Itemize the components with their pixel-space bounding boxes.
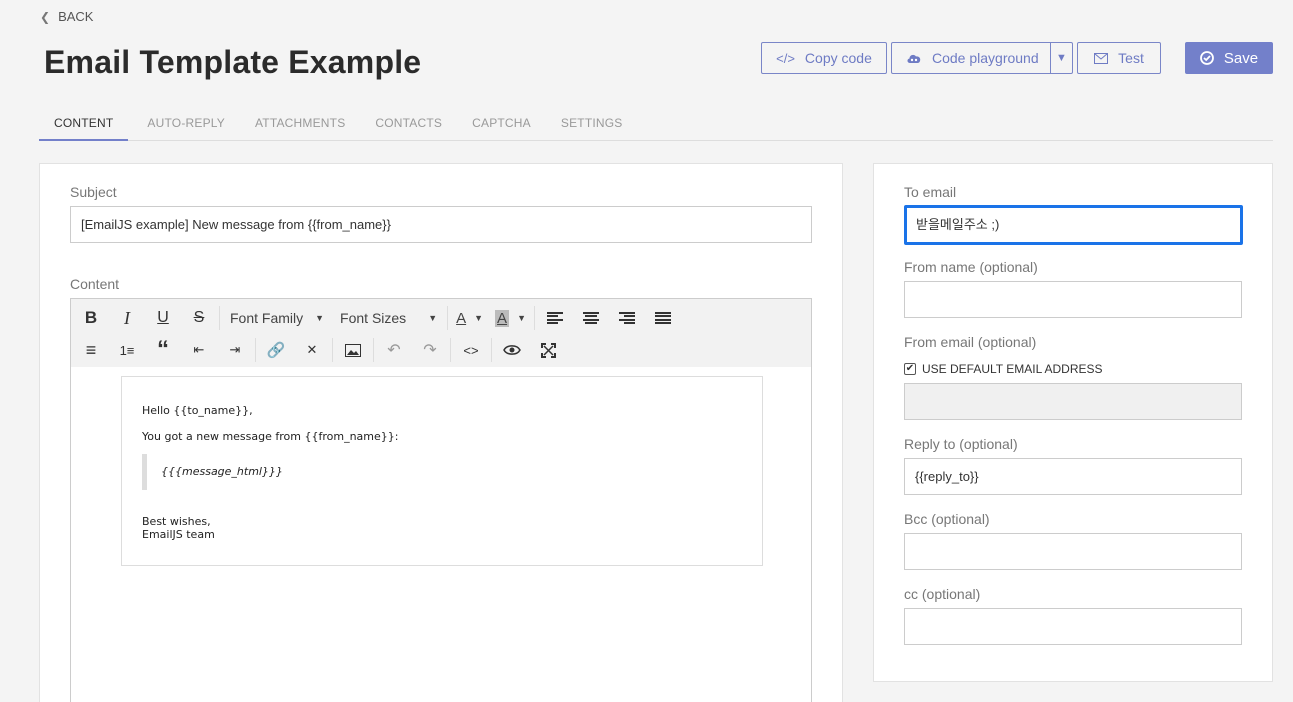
page-title: Email Template Example xyxy=(44,44,422,80)
caret-down-icon: ▼ xyxy=(428,313,438,323)
tab-content[interactable]: CONTENT xyxy=(39,105,129,141)
content-editor[interactable]: Hello {{to_name}}, You got a new message… xyxy=(70,367,812,702)
to-email-input[interactable]: 받을메일주소 ;) xyxy=(904,205,1243,245)
code-icon: </> xyxy=(776,50,795,66)
underline-icon[interactable]: U xyxy=(145,304,181,332)
tab-captcha[interactable]: CAPTCHA xyxy=(457,105,546,141)
reply-to-input[interactable]: {{reply_to}} xyxy=(904,458,1242,495)
preview-eye-icon[interactable] xyxy=(494,336,530,364)
caret-down-icon: ▼ xyxy=(517,313,526,323)
body-blockquote: {{{message_html}}} xyxy=(142,454,283,490)
text-color-dropdown[interactable]: A ▼ xyxy=(450,304,489,332)
toolbar-divider xyxy=(447,306,449,330)
strikethrough-icon[interactable]: S xyxy=(181,304,217,332)
bcc-label: Bcc (optional) xyxy=(904,511,990,527)
from-name-input[interactable] xyxy=(904,281,1242,318)
blockquote-icon[interactable]: “ xyxy=(145,336,181,364)
from-email-label: From email (optional) xyxy=(904,334,1037,350)
toolbar-divider xyxy=(533,306,535,330)
toolbar-divider xyxy=(255,338,256,362)
background-color-dropdown[interactable]: A ▼ xyxy=(489,304,532,332)
reply-to-label: Reply to (optional) xyxy=(904,436,1018,452)
check-circle-icon xyxy=(1199,51,1214,65)
toolbar-divider xyxy=(491,338,492,362)
code-playground-label: Code playground xyxy=(932,50,1039,66)
body-signoff: Best wishes, xyxy=(142,515,211,528)
editor-toolbar: B I U S Font Family ▼ Font Sizes ▼ A ▼ A… xyxy=(70,298,812,368)
tab-settings[interactable]: SETTINGS xyxy=(546,105,638,141)
unlink-icon[interactable]: ✕ xyxy=(294,336,330,364)
toolbar-divider xyxy=(219,306,220,330)
undo-icon[interactable]: ↶ xyxy=(376,336,412,364)
caret-down-icon: ▼ xyxy=(315,313,325,323)
toolbar-divider xyxy=(373,338,374,362)
copy-code-button[interactable]: </> Copy code xyxy=(761,42,887,74)
align-left-icon[interactable] xyxy=(537,304,573,332)
outdent-icon[interactable]: ⇤ xyxy=(181,336,217,364)
background-color-icon: A xyxy=(495,309,510,327)
body-greeting: Hello {{to_name}}, xyxy=(142,404,253,417)
envelope-icon xyxy=(1094,52,1109,64)
toolbar-divider xyxy=(332,338,333,362)
content-label: Content xyxy=(70,276,120,292)
back-link[interactable]: ❮ BACK xyxy=(40,9,93,24)
subject-input[interactable]: [EmailJS example] New message from {{fro… xyxy=(70,206,812,243)
to-email-label: To email xyxy=(904,184,957,200)
bcc-input[interactable] xyxy=(904,533,1242,570)
font-sizes-label: Font Sizes xyxy=(340,310,407,326)
use-default-email-checkbox-row[interactable]: ✔ USE DEFAULT EMAIL ADDRESS xyxy=(904,362,1103,376)
indent-icon[interactable]: ⇥ xyxy=(217,336,253,364)
email-body-document[interactable]: Hello {{to_name}}, You got a new message… xyxy=(121,376,763,566)
redo-icon[interactable]: ↷ xyxy=(412,336,448,364)
playground-dropdown-toggle[interactable]: ▼ xyxy=(1050,43,1072,73)
text-color-icon: A xyxy=(456,309,467,327)
save-label: Save xyxy=(1223,49,1259,67)
cc-label: cc (optional) xyxy=(904,586,981,602)
align-justify-icon[interactable] xyxy=(645,304,681,332)
copy-code-label: Copy code xyxy=(804,50,872,66)
font-family-dropdown[interactable]: Font Family ▼ xyxy=(222,304,332,332)
italic-icon[interactable]: I xyxy=(109,304,145,332)
toolbar-divider xyxy=(450,338,451,362)
align-right-icon[interactable] xyxy=(609,304,645,332)
body-intro: You got a new message from {{from_name}}… xyxy=(142,430,399,443)
save-button[interactable]: Save xyxy=(1185,42,1273,74)
bullet-list-icon[interactable]: ≡ xyxy=(73,336,109,364)
subject-label: Subject xyxy=(70,184,117,200)
body-signature: EmailJS team xyxy=(142,528,215,541)
font-sizes-dropdown[interactable]: Font Sizes ▼ xyxy=(332,304,445,332)
code-playground-button[interactable]: Code playground ▼ xyxy=(891,42,1073,74)
chevron-left-icon: ❮ xyxy=(40,9,51,24)
numbered-list-icon[interactable]: 1≡ xyxy=(109,336,145,364)
align-center-icon[interactable] xyxy=(573,304,609,332)
test-label: Test xyxy=(1118,50,1144,66)
cloud-icon xyxy=(907,54,921,63)
from-name-label: From name (optional) xyxy=(904,259,1038,275)
fullscreen-icon[interactable] xyxy=(530,336,566,364)
tab-contacts[interactable]: CONTACTS xyxy=(360,105,457,141)
back-label: BACK xyxy=(58,9,94,24)
tab-auto-reply[interactable]: AUTO-REPLY xyxy=(128,105,240,141)
test-button[interactable]: Test xyxy=(1077,42,1161,74)
font-family-label: Font Family xyxy=(230,310,304,326)
from-email-input xyxy=(904,383,1242,420)
use-default-email-checkbox[interactable]: ✔ xyxy=(904,363,916,375)
source-code-icon[interactable]: <> xyxy=(453,336,489,364)
caret-down-icon: ▼ xyxy=(474,313,484,323)
use-default-email-label: USE DEFAULT EMAIL ADDRESS xyxy=(922,362,1103,376)
tab-bar: CONTENT AUTO-REPLY ATTACHMENTS CONTACTS … xyxy=(39,105,1273,141)
link-icon[interactable]: 🔗 xyxy=(258,336,294,364)
cc-input[interactable] xyxy=(904,608,1242,645)
tab-attachments[interactable]: ATTACHMENTS xyxy=(240,105,360,141)
bold-icon[interactable]: B xyxy=(73,304,109,332)
image-icon[interactable] xyxy=(335,336,371,364)
